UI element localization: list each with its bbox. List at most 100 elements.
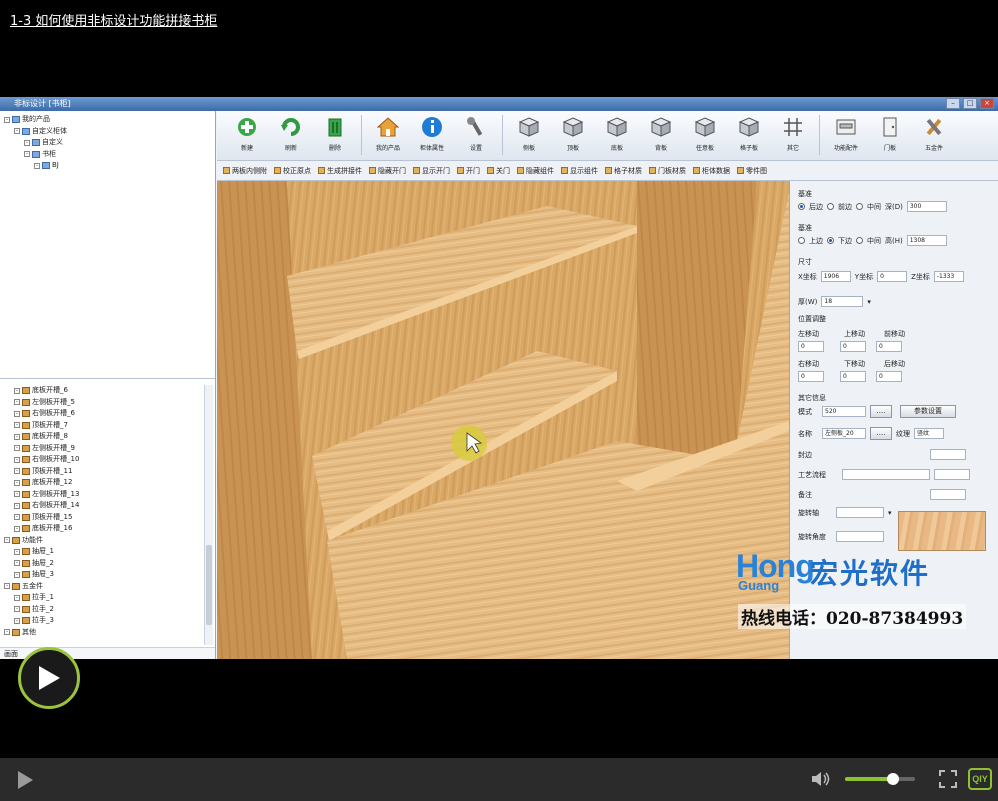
toolbar-button[interactable]: 门板 <box>868 111 912 157</box>
tree-item[interactable]: - 顶板开槽_15 <box>4 512 211 524</box>
expand-icon[interactable]: - <box>14 548 20 555</box>
tree-item[interactable]: - 自定义 <box>4 137 211 149</box>
toolbar-button[interactable]: 功能配件 <box>824 111 868 157</box>
subbar-button[interactable]: 柜体数据 <box>693 166 730 176</box>
subbar-button[interactable]: 零件图 <box>737 166 767 176</box>
volume-slider[interactable] <box>845 773 915 785</box>
subbar-button[interactable]: 生成拼接件 <box>318 166 362 176</box>
front-move-input[interactable]: 0 <box>876 341 902 352</box>
volume-icon[interactable] <box>810 770 832 792</box>
expand-icon[interactable]: - <box>14 491 20 498</box>
tree-item[interactable]: - 左侧板开槽_9 <box>4 443 211 455</box>
expand-icon[interactable]: - <box>14 456 20 463</box>
play-control[interactable] <box>16 770 34 794</box>
tree-item[interactable]: - 抽屉_3 <box>4 569 211 581</box>
height-input[interactable]: 1308 <box>906 235 947 246</box>
expand-icon[interactable]: - <box>14 422 20 429</box>
expand-icon[interactable]: - <box>14 128 20 135</box>
expand-icon[interactable]: - <box>24 151 30 158</box>
fullscreen-icon[interactable] <box>938 769 958 793</box>
scroll-thumb[interactable] <box>206 545 212 625</box>
toolbar-button[interactable]: 侧板 <box>507 111 551 157</box>
subbar-button[interactable]: 显示开门 <box>413 166 450 176</box>
tree-item[interactable]: - 其他 <box>4 627 211 639</box>
toolbar-button[interactable]: 刷新 <box>269 111 313 157</box>
radio-bottom[interactable] <box>827 237 834 244</box>
subbar-button[interactable]: 隐藏开门 <box>369 166 406 176</box>
left-move-input[interactable]: 0 <box>798 341 824 352</box>
subbar-button[interactable]: 显示组件 <box>561 166 598 176</box>
y-coord-input[interactable]: 0 <box>877 271 908 282</box>
subbar-button[interactable]: 关门 <box>487 166 510 176</box>
note-input[interactable] <box>930 489 966 500</box>
3d-viewport[interactable] <box>217 181 789 659</box>
back-move-input[interactable]: 0 <box>876 371 902 382</box>
name-input[interactable]: 左侧板_20 <box>822 428 866 439</box>
toolbar-button[interactable]: 背板 <box>639 111 683 157</box>
toolbar-button[interactable]: 新建 <box>225 111 269 157</box>
rotation-angle-input[interactable] <box>836 531 884 542</box>
param-settings-button[interactable]: 参数设置 <box>900 405 956 418</box>
tree-item[interactable]: - 右侧板开槽_6 <box>4 408 211 420</box>
tree-item[interactable]: - 底板开槽_8 <box>4 431 211 443</box>
tree-item[interactable]: - 左侧板开槽_5 <box>4 397 211 409</box>
texture-select[interactable]: 竖纹 <box>914 428 944 439</box>
toolbar-button[interactable]: 其它 <box>771 111 815 157</box>
expand-icon[interactable]: - <box>14 525 20 532</box>
toolbar-button[interactable]: 底板 <box>595 111 639 157</box>
rotation-axis-select[interactable] <box>836 507 884 518</box>
radio-back[interactable] <box>798 203 805 210</box>
thickness-select[interactable]: 18 <box>821 296 864 307</box>
radio-front[interactable] <box>827 203 834 210</box>
tree-item[interactable]: - 拉手_2 <box>4 604 211 616</box>
depth-input[interactable]: 300 <box>906 201 947 212</box>
down-move-input[interactable]: 0 <box>840 371 866 382</box>
expand-icon[interactable]: - <box>24 139 30 146</box>
radio-top[interactable] <box>798 237 805 244</box>
expand-icon[interactable]: - <box>14 606 20 613</box>
expand-icon[interactable]: - <box>14 433 20 440</box>
name-browse-button[interactable]: .... <box>870 427 892 440</box>
expand-icon[interactable]: - <box>4 629 10 636</box>
tree-item[interactable]: - 底板开槽_16 <box>4 523 211 535</box>
z-coord-input[interactable]: -1333 <box>933 271 964 282</box>
tree-item[interactable]: - 抽屉_1 <box>4 546 211 558</box>
right-move-input[interactable]: 0 <box>798 371 824 382</box>
tree-item[interactable]: - 自定义柜体 <box>4 126 211 138</box>
tree-item[interactable]: - 五金件 <box>4 581 211 593</box>
tree-item[interactable]: - 拉手_1 <box>4 592 211 604</box>
volume-knob[interactable] <box>886 773 899 785</box>
maximize-icon[interactable]: □ <box>963 98 977 109</box>
expand-icon[interactable]: - <box>14 502 20 509</box>
toolbar-button[interactable]: 我的产品 <box>366 111 410 157</box>
expand-icon[interactable]: - <box>14 617 20 624</box>
expand-icon[interactable]: - <box>14 594 20 601</box>
tree-item[interactable]: - 书柜 <box>4 149 211 161</box>
expand-icon[interactable]: - <box>4 537 10 544</box>
expand-icon[interactable]: - <box>34 162 40 169</box>
tree-scrollbar[interactable] <box>204 385 213 645</box>
radio-center[interactable] <box>856 237 863 244</box>
expand-icon[interactable]: - <box>14 445 20 452</box>
tree-item[interactable]: - 底板开槽_6 <box>4 385 211 397</box>
expand-icon[interactable]: - <box>4 116 10 123</box>
expand-icon[interactable]: - <box>4 583 10 590</box>
up-move-input[interactable]: 0 <box>840 341 866 352</box>
expand-icon[interactable]: - <box>14 479 20 486</box>
toolbar-button[interactable]: 五金件 <box>912 111 956 157</box>
tree-item[interactable]: - 右侧板开槽_14 <box>4 500 211 512</box>
expand-icon[interactable]: - <box>14 514 20 521</box>
x-coord-input[interactable]: 1906 <box>820 271 851 282</box>
subbar-button[interactable]: 两板内侧附 <box>223 166 267 176</box>
tree-item[interactable]: - 拉手_3 <box>4 615 211 627</box>
subbar-button[interactable]: 校正原点 <box>274 166 311 176</box>
tree-item[interactable]: - BJ <box>4 160 211 172</box>
model-input[interactable]: 520 <box>822 406 866 417</box>
tree-item[interactable]: - 我的产品 <box>4 114 211 126</box>
expand-icon[interactable]: - <box>14 387 20 394</box>
expand-icon[interactable]: - <box>14 560 20 567</box>
toolbar-button[interactable]: 设置 <box>454 111 498 157</box>
close-icon[interactable]: × <box>980 98 994 109</box>
tree-item[interactable]: - 抽屉_2 <box>4 558 211 570</box>
radio-middle[interactable] <box>856 203 863 210</box>
